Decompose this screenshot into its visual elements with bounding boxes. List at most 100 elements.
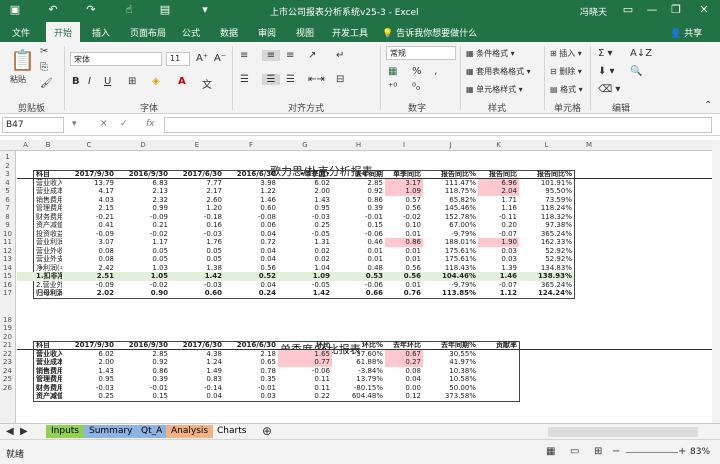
report1-cell[interactable]: 1.扣非净利润•	[34, 272, 62, 281]
report2-cell[interactable]	[478, 375, 519, 384]
tab-page-layout[interactable]: 页面布局	[130, 26, 166, 39]
report1-cell[interactable]: 1.05	[116, 272, 170, 281]
report2-cell[interactable]: 10.38%	[423, 367, 478, 376]
column-header-I[interactable]: I	[385, 141, 423, 149]
column-header-G[interactable]: G	[278, 141, 332, 149]
report2-cell[interactable]: -0.01	[224, 384, 278, 393]
fill-icon[interactable]: ⬇ ▾	[598, 66, 615, 77]
report1-cell[interactable]: 67.00%	[423, 221, 478, 230]
tab-review[interactable]: 审阅	[258, 26, 276, 39]
report1-header-cell[interactable]: 单季同比	[385, 170, 423, 179]
column-header-D[interactable]: D	[116, 141, 170, 149]
formula-input[interactable]	[164, 117, 712, 133]
tab-formulas[interactable]: 公式	[182, 26, 200, 39]
report1-cell[interactable]: -0.05	[278, 230, 332, 239]
clear-icon[interactable]: ⌫ ▾	[598, 84, 620, 95]
report1-cell[interactable]: -0.08	[224, 213, 278, 222]
report1-cell[interactable]: 0.05	[170, 247, 224, 256]
report2-cell[interactable]: 1.65	[278, 349, 332, 358]
report1-cell[interactable]: 0.76	[385, 289, 423, 298]
report2-header-cell[interactable]: 2016/6/30	[224, 341, 278, 350]
align-center-icon[interactable]: ☰	[262, 74, 280, 85]
report1-cell[interactable]: 2.51	[62, 272, 116, 281]
row-header-1[interactable]: 1	[0, 153, 15, 161]
cell-style-button[interactable]: ▦ 单元格样式 ▾	[466, 84, 523, 95]
report1-cell[interactable]: 4.03	[62, 196, 116, 205]
report1-cell[interactable]: 0.02	[278, 255, 332, 264]
report1-cell[interactable]: 0.92	[332, 187, 385, 196]
report1-cell[interactable]: 1.46	[224, 196, 278, 205]
report2-cell[interactable]: 1.43	[62, 367, 116, 376]
report2-cell[interactable]: 0.00	[385, 384, 423, 393]
report1-cell[interactable]: 1.42	[278, 289, 332, 298]
report2-cell[interactable]: 10.58%	[423, 375, 478, 384]
report1-cell[interactable]: 175.61%	[423, 255, 478, 264]
report2-cell[interactable]: 0.77	[278, 358, 332, 367]
grow-font-icon[interactable]: A⁺	[196, 53, 208, 64]
font-name-select[interactable]: 宋体	[70, 52, 162, 66]
report1-cell[interactable]: 6.02	[278, 179, 332, 188]
report1-cell[interactable]: 152.78%	[423, 213, 478, 222]
worksheet-grid[interactable]: 歌力思/朴克分析报表 单季度/环比报表 科目2017/9/302016/9/30…	[17, 151, 712, 423]
row-header-4[interactable]: 4	[0, 179, 15, 187]
report1-cell[interactable]: 0.21	[116, 221, 170, 230]
report1-cell[interactable]: 3.98	[224, 179, 278, 188]
row-header-8[interactable]: 8	[0, 213, 15, 221]
report1-cell[interactable]: 0.72	[224, 238, 278, 247]
report1-cell[interactable]: 0.41	[62, 221, 116, 230]
tab-insert[interactable]: 插入	[92, 26, 110, 39]
report1-cell[interactable]: 124.24%	[519, 289, 574, 298]
report2-cell[interactable]	[478, 384, 519, 393]
report2-cell[interactable]: -3.84%	[332, 367, 385, 376]
report1-cell[interactable]: 归母利润	[34, 289, 62, 298]
report1-cell[interactable]: 365.24%	[519, 281, 574, 290]
row-header-16[interactable]: 16	[0, 281, 15, 289]
column-header-H[interactable]: H	[332, 141, 385, 149]
row-header-22[interactable]: 22	[0, 350, 15, 358]
column-header-A[interactable]: A	[17, 141, 34, 149]
report2-header-cell[interactable]: 2017/9/30	[62, 341, 116, 350]
report1-cell[interactable]: -0.06	[332, 281, 385, 290]
report2-cell[interactable]: -0.06	[278, 367, 332, 376]
number-format-select[interactable]: 常规	[386, 46, 456, 60]
report2-cell[interactable]: 0.83	[170, 375, 224, 384]
report1-cell[interactable]: 134.83%	[519, 264, 574, 273]
row-header-26[interactable]: 26	[0, 384, 15, 392]
report1-cell[interactable]: 162.33%	[519, 238, 574, 247]
zoom-out-icon[interactable]: −	[612, 446, 620, 457]
minimize-icon[interactable]: —	[642, 3, 662, 16]
normal-view-icon[interactable]: ▦	[546, 446, 555, 457]
report2-cell[interactable]: 0.15	[116, 392, 170, 401]
report1-cell[interactable]: 0.04	[224, 247, 278, 256]
report1-cell[interactable]: 投资收益(+)	[34, 230, 62, 239]
column-header-K[interactable]: K	[478, 141, 519, 149]
report2-cell[interactable]: 1.24	[170, 358, 224, 367]
report1-cell[interactable]: 0.05	[116, 247, 170, 256]
report1-cell[interactable]: 0.56	[385, 264, 423, 273]
report2-cell[interactable]: 37.60%	[332, 350, 385, 359]
row-header-3[interactable]: 3	[0, 170, 15, 178]
shrink-font-icon[interactable]: A⁻	[214, 53, 226, 64]
report1-cell[interactable]: -0.09	[62, 230, 116, 239]
prev-sheet-icon[interactable]: ◀	[6, 426, 14, 437]
report1-cell[interactable]: 0.08	[62, 255, 116, 264]
next-sheet-icon[interactable]: ▶	[20, 426, 28, 437]
report1-cell[interactable]: -0.01	[332, 213, 385, 222]
report1-cell[interactable]: 管理费用(-)	[34, 204, 62, 213]
report1-cell[interactable]: 0.03	[478, 255, 519, 264]
report1-cell[interactable]: 营业外支出(-)	[34, 255, 62, 264]
find-select-icon[interactable]: 🔍	[630, 66, 642, 77]
report1-cell[interactable]: 1.43	[278, 196, 332, 205]
report1-cell[interactable]: 2.13	[116, 187, 170, 196]
sheet-tab-inputs[interactable]: Inputs	[46, 425, 84, 438]
sheet-tab-analysis[interactable]: Analysis	[166, 425, 214, 438]
report1-cell[interactable]: 0.16	[170, 221, 224, 230]
report1-cell[interactable]: 2.00	[278, 187, 332, 196]
report2-header-cell[interactable]: 2016/9/30	[116, 341, 170, 350]
column-header-J[interactable]: J	[423, 141, 478, 149]
report1-cell[interactable]: 97.38%	[519, 221, 574, 230]
report1-cell[interactable]: -0.03	[170, 281, 224, 290]
report1-header-cell[interactable]: 2017/9/30	[62, 170, 116, 179]
report2-header-cell[interactable]: 环比	[278, 341, 332, 350]
report2-cell[interactable]	[478, 358, 519, 367]
